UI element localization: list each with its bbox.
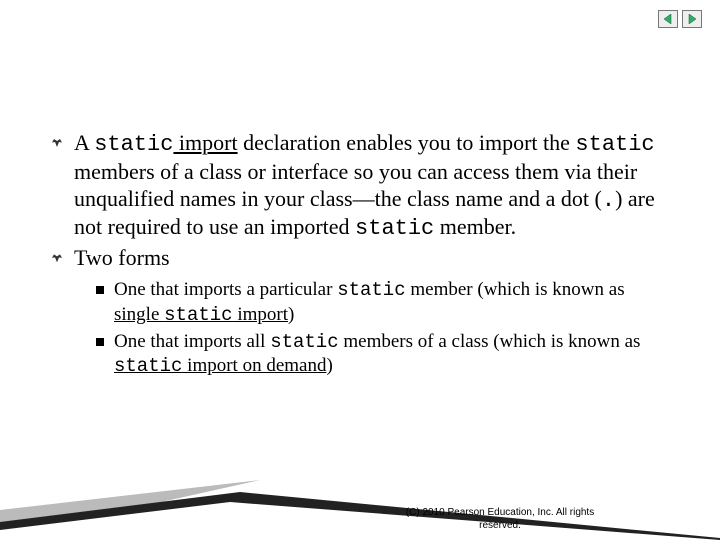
main-list: A static import declaration enables you … xyxy=(50,130,670,379)
text: member. xyxy=(434,214,516,239)
text-underline: single xyxy=(114,304,164,325)
text: declaration enables you to import the xyxy=(238,130,576,155)
slide-body: A static import declaration enables you … xyxy=(50,130,670,381)
prev-button[interactable] xyxy=(658,10,678,28)
text: ) xyxy=(288,304,294,325)
triangle-left-icon xyxy=(662,13,674,25)
sub-bullet-single-import: One that imports a particular static mem… xyxy=(96,278,670,328)
slide: A static import declaration enables you … xyxy=(0,0,720,540)
text: ) xyxy=(326,355,332,376)
footer-decoration xyxy=(0,480,720,540)
text: A xyxy=(74,130,94,155)
code-static: static xyxy=(575,132,654,157)
text: member (which is known as xyxy=(406,279,625,300)
text-underline: import xyxy=(173,130,237,155)
code-static-underline: static xyxy=(164,304,232,326)
code-static: static xyxy=(270,331,338,353)
code-static: static xyxy=(355,216,434,241)
text: One that imports all xyxy=(114,331,270,352)
bullet-static-import: A static import declaration enables you … xyxy=(50,130,670,243)
sub-list: One that imports a particular static mem… xyxy=(74,278,670,379)
bullet-two-forms: Two forms One that imports a particular … xyxy=(50,245,670,379)
text-underline: import on demand xyxy=(182,355,326,376)
code-static-underline: static xyxy=(114,355,182,377)
copyright: (C) 2010 Pearson Education, Inc. All rig… xyxy=(390,507,610,532)
code-static: static xyxy=(337,279,405,301)
code-dot: . xyxy=(602,188,615,213)
text: Two forms xyxy=(74,245,170,270)
text: members of a class or interface so you c… xyxy=(74,159,637,211)
next-button[interactable] xyxy=(682,10,702,28)
text-underline: import xyxy=(233,304,288,325)
nav-controls xyxy=(658,10,702,28)
code-static: static xyxy=(94,132,173,157)
text: members of a class (which is known as xyxy=(339,331,641,352)
text: One that imports a particular xyxy=(114,279,337,300)
sub-bullet-import-on-demand: One that imports all static members of a… xyxy=(96,330,670,380)
triangle-right-icon xyxy=(686,13,698,25)
